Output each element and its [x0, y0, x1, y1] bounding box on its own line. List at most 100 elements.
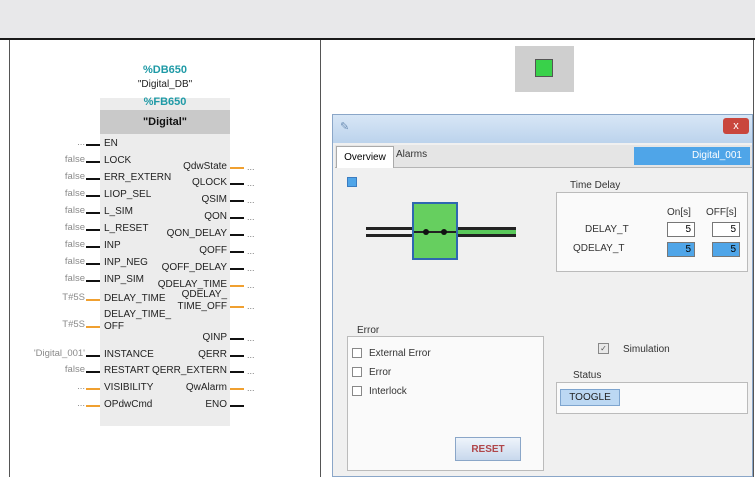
toogle-button[interactable]: TOOGLE	[560, 389, 620, 406]
output-pin-label: QERR_EXTERN	[151, 365, 227, 376]
on-column-header: On[s]	[667, 207, 691, 218]
db-name: "Digital_DB"	[137, 79, 193, 90]
output-value[interactable]: ...	[247, 162, 255, 172]
pipe-left-bottom	[366, 234, 412, 237]
mode-indicator[interactable]	[347, 177, 357, 187]
input-value[interactable]: T#5S	[62, 319, 85, 330]
error-checkbox[interactable]	[352, 367, 362, 377]
output-pin-label: QSIM	[201, 194, 227, 205]
output-wire	[230, 200, 244, 202]
input-wire	[86, 326, 100, 328]
output-value[interactable]: ...	[247, 195, 255, 205]
input-wire	[86, 405, 100, 407]
output-wire	[230, 183, 244, 185]
tab-overview[interactable]: Overview	[336, 146, 394, 168]
qdelay-off-value: 5	[712, 242, 740, 257]
output-value[interactable]: ...	[247, 178, 255, 188]
fb-name: "Digital"	[100, 110, 230, 134]
instance-name: Digital_001	[634, 147, 750, 165]
output-value[interactable]: ...	[247, 366, 255, 376]
input-wire	[86, 246, 100, 248]
output-wire	[230, 251, 244, 253]
output-wire	[230, 371, 244, 373]
input-value[interactable]: false	[65, 205, 85, 216]
output-wire	[230, 167, 244, 169]
output-value[interactable]: ...	[247, 246, 255, 256]
input-pin-label: EN	[104, 138, 118, 149]
input-pin-label: ERR_EXTERN	[104, 172, 172, 183]
external-error-checkbox[interactable]	[352, 348, 362, 358]
output-value[interactable]: ...	[247, 301, 255, 311]
simulation-checkbox[interactable]: ✓	[598, 343, 609, 354]
qdelay-on-value: 5	[667, 242, 695, 257]
input-wire	[86, 355, 100, 357]
input-value[interactable]: false	[65, 256, 85, 267]
output-wire	[230, 355, 244, 357]
output-pin-label: QdwState	[183, 161, 227, 172]
delay-on-input[interactable]: 5	[667, 222, 695, 237]
output-wire	[230, 338, 244, 340]
window-titlebar[interactable]	[333, 115, 752, 143]
delay-off-input[interactable]: 5	[712, 222, 740, 237]
input-value[interactable]: false	[65, 188, 85, 199]
interlock-checkbox[interactable]	[352, 386, 362, 396]
input-value[interactable]: T#5S	[62, 292, 85, 303]
input-pin-label: INP	[104, 240, 121, 251]
input-value[interactable]: false	[65, 171, 85, 182]
output-wire	[230, 405, 244, 407]
output-value[interactable]: ...	[247, 263, 255, 273]
input-pin-label: RESTART	[104, 365, 150, 376]
tab-alarms[interactable]: Alarms	[396, 149, 427, 160]
input-pin-label: DELAY_TIME	[104, 293, 166, 304]
input-value[interactable]: false	[65, 364, 85, 375]
input-value[interactable]: 'Digital_001'	[34, 348, 85, 359]
window-icon: ✎	[340, 121, 350, 133]
pipe-left-top	[366, 227, 412, 230]
fb-number: %FB650	[143, 96, 187, 108]
output-value[interactable]: ...	[247, 229, 255, 239]
output-value[interactable]: ...	[247, 333, 255, 343]
input-pin-label: INP_SIM	[104, 274, 145, 285]
input-wire	[86, 195, 100, 197]
output-value[interactable]: ...	[247, 212, 255, 222]
reset-button[interactable]: RESET	[455, 437, 521, 461]
input-pin-label: VISIBILITY	[104, 382, 154, 393]
output-wire	[230, 217, 244, 219]
input-wire	[86, 144, 100, 146]
simulation-label: Simulation	[623, 344, 670, 355]
input-pin-label: L_RESET	[104, 223, 149, 234]
output-pin-label: QDELAY_ TIME_OFF	[177, 289, 227, 312]
input-value[interactable]: false	[65, 222, 85, 233]
status-indicator[interactable]	[535, 59, 553, 77]
input-wire	[86, 229, 100, 231]
valve-stem	[414, 231, 456, 233]
close-button[interactable]: x	[723, 118, 749, 134]
output-pin-label: QLOCK	[191, 177, 227, 188]
qdelay-t-label: QDELAY_T	[573, 243, 625, 254]
output-value[interactable]: ...	[247, 383, 255, 393]
input-value[interactable]: false	[65, 273, 85, 284]
error-label: Error	[369, 367, 392, 378]
status-title: Status	[573, 370, 602, 381]
input-value[interactable]: false	[65, 154, 85, 165]
column-divider	[320, 40, 321, 477]
input-value[interactable]: ...	[77, 381, 85, 392]
input-wire	[86, 161, 100, 163]
input-wire	[86, 178, 100, 180]
output-pin-label: QOFF_DELAY	[161, 262, 227, 273]
off-column-header: OFF[s]	[706, 207, 737, 218]
input-value[interactable]: false	[65, 239, 85, 250]
input-wire	[86, 299, 100, 301]
output-value[interactable]: ...	[247, 280, 255, 290]
output-value[interactable]: ...	[247, 350, 255, 360]
input-value[interactable]: ...	[77, 137, 85, 148]
output-pin-label: QwAlarm	[185, 382, 227, 393]
output-pin-label: ENO	[205, 399, 227, 410]
interlock-label: Interlock	[369, 386, 407, 397]
output-pin-label: QERR	[198, 349, 227, 360]
valve-dot-icon	[423, 229, 429, 235]
input-value[interactable]: ...	[77, 398, 85, 409]
output-wire	[230, 306, 244, 308]
input-wire	[86, 388, 100, 390]
left-border	[9, 40, 10, 477]
